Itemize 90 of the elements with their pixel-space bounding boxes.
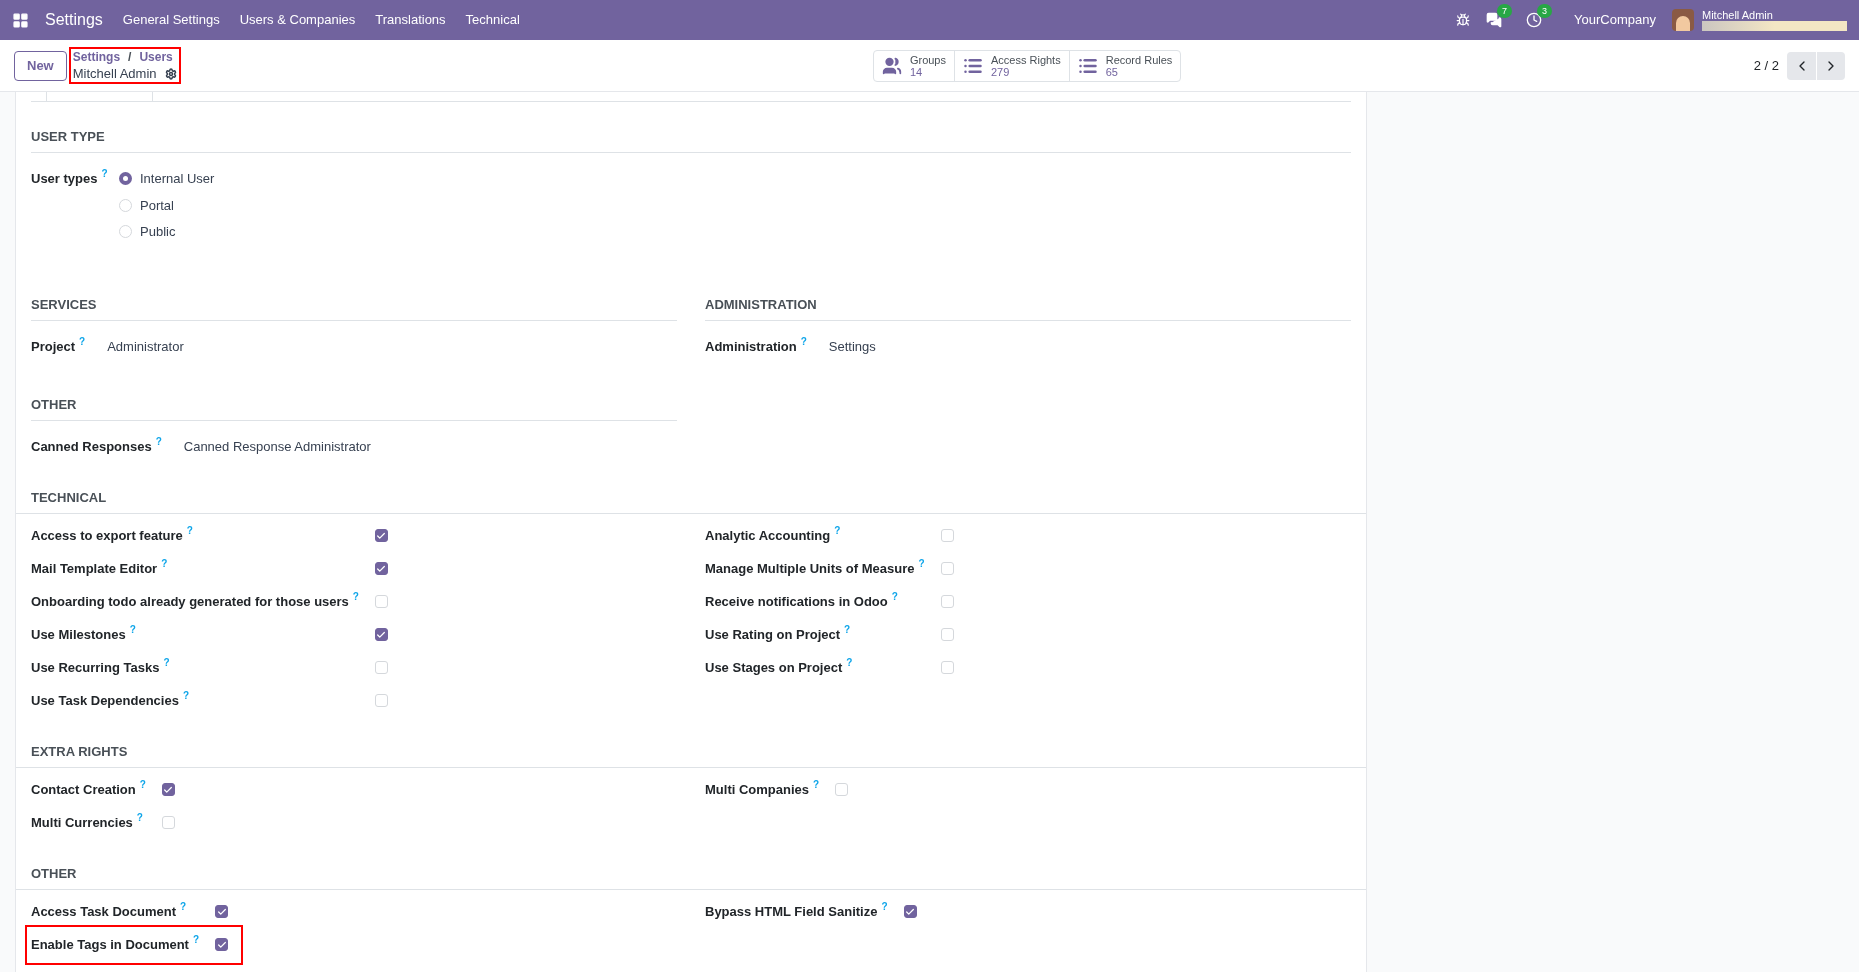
checkbox[interactable] [215, 938, 229, 951]
field-value[interactable]: Canned Response Administrator [183, 437, 371, 457]
smart-button[interactable]: Groups 14 [873, 50, 954, 81]
field-label: Use Stages on Project [705, 658, 843, 677]
field-label: Administration [705, 337, 797, 356]
chat-icon[interactable] [1486, 12, 1503, 28]
clock-icon[interactable] [1526, 12, 1543, 28]
field-value[interactable]: Settings [828, 336, 876, 356]
field-label: Analytic Accounting [705, 526, 831, 545]
checkbox[interactable] [374, 562, 388, 575]
checkbox[interactable] [215, 905, 229, 918]
radio-label: Internal User [140, 170, 215, 188]
checkbox[interactable] [903, 905, 917, 918]
user-name[interactable]: Mitchell Admin [1702, 9, 1847, 21]
menu-item[interactable]: Technical [465, 10, 520, 30]
field-label: Project [31, 337, 76, 356]
help-tooltip[interactable]: ? [163, 657, 170, 668]
notification-badge: 7 [1497, 4, 1513, 18]
section-title: EXTRA RIGHTS [31, 743, 128, 759]
pager-value[interactable]: 2 / 2 [1753, 55, 1779, 76]
field-label: Bypass HTML Field Sanitize [705, 902, 878, 921]
breadcrumb-link[interactable]: Settings [72, 49, 121, 65]
help-tooltip[interactable]: ? [846, 657, 853, 668]
help-tooltip[interactable]: ? [813, 779, 820, 790]
radio-label: Portal [140, 196, 174, 215]
field-label: Canned Responses [31, 438, 152, 456]
menu-item[interactable]: Users & Companies [239, 10, 356, 30]
previous-button[interactable] [1787, 51, 1816, 80]
field-label: User types [31, 170, 98, 188]
field-label: Enable Tags in Document [31, 935, 189, 954]
menu-item[interactable]: General Settings [122, 10, 220, 30]
field-label: Access to export feature [31, 526, 183, 545]
section-title: SERVICES [31, 296, 97, 312]
help-tooltip[interactable]: ? [136, 812, 143, 823]
breadcrumb-link[interactable]: Users [139, 49, 173, 65]
field-label: Multi Companies [705, 780, 809, 799]
field-label: Use Rating on Project [705, 625, 841, 644]
checkbox[interactable] [374, 529, 388, 542]
help-tooltip[interactable]: ? [834, 525, 841, 536]
breadcrumb-separator: / [128, 49, 132, 65]
field-label: Access Task Document [31, 902, 176, 921]
field-label: Mail Template Editor [31, 559, 158, 578]
apps-menu-icon[interactable] [12, 11, 29, 29]
field-label: Contact Creation [31, 780, 136, 799]
help-tooltip[interactable]: ? [155, 437, 162, 447]
user-avatar[interactable] [1672, 9, 1694, 31]
users-icon [881, 55, 902, 76]
field-value[interactable]: Administrator [107, 336, 184, 356]
help-tooltip[interactable]: ? [139, 779, 146, 790]
help-tooltip[interactable]: ? [101, 169, 108, 179]
field-label: Use Milestones [31, 625, 126, 644]
section-title: TECHNICAL [31, 489, 107, 505]
help-tooltip[interactable]: ? [891, 591, 898, 602]
checkbox[interactable] [161, 783, 175, 796]
field-label: Manage Multiple Units of Measure [705, 559, 915, 578]
help-tooltip[interactable]: ? [182, 690, 189, 701]
section-title: ADMINISTRATION [705, 296, 817, 312]
record-title: Mitchell Admin [72, 65, 157, 82]
help-tooltip[interactable]: ? [918, 558, 925, 569]
field-label: Multi Currencies [31, 813, 133, 832]
field-label: Use Recurring Tasks [31, 658, 160, 677]
section-title: USER TYPE [31, 129, 105, 144]
help-tooltip[interactable]: ? [129, 624, 136, 635]
help-tooltip[interactable]: ? [881, 901, 888, 912]
section-title: OTHER [31, 397, 77, 412]
notification-badge: 3 [1537, 4, 1553, 18]
checkbox[interactable] [374, 628, 388, 641]
radio-button[interactable] [119, 172, 132, 186]
radio-label: Public [140, 223, 176, 241]
field-label: Use Task Dependencies [31, 691, 179, 710]
next-button[interactable] [1816, 51, 1845, 80]
help-tooltip[interactable]: ? [800, 336, 807, 347]
help-tooltip[interactable]: ? [844, 624, 851, 635]
smart-button[interactable]: Access Rights 279 [954, 50, 1069, 81]
bug-icon[interactable] [1456, 13, 1471, 27]
company-name[interactable]: YourCompany [1574, 10, 1656, 30]
field-label: Receive notifications in Odoo [705, 592, 888, 611]
app-title[interactable]: Settings [45, 8, 103, 32]
help-tooltip[interactable]: ? [180, 901, 187, 912]
help-tooltip[interactable]: ? [161, 558, 168, 569]
help-tooltip[interactable]: ? [79, 336, 86, 347]
help-tooltip[interactable]: ? [352, 591, 359, 602]
gear-icon[interactable] [164, 67, 177, 80]
menu-item[interactable]: Translations [375, 10, 446, 30]
new-button[interactable]: New [14, 50, 67, 81]
help-tooltip[interactable]: ? [186, 525, 193, 536]
help-tooltip[interactable]: ? [192, 934, 200, 945]
section-title: OTHER [31, 865, 77, 881]
field-label: Onboarding todo already generated for those users [31, 592, 349, 611]
smart-button[interactable]: Record Rules 65 [1068, 50, 1181, 81]
